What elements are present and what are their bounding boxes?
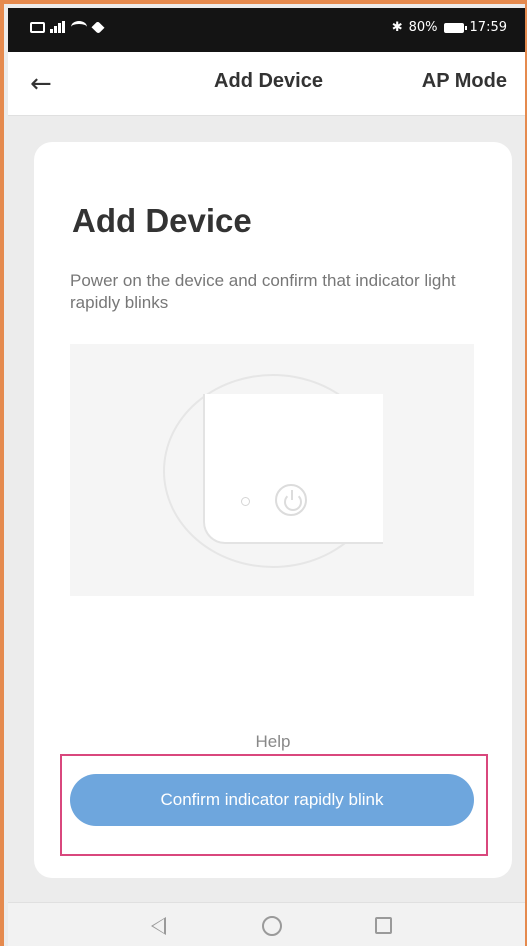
status-icons-left	[30, 20, 105, 34]
indicator-light-icon	[241, 497, 250, 506]
phone-frame: ✱ 80% 17:59 ← Add Device AP Mode Add Dev…	[0, 0, 527, 946]
health-icon	[91, 20, 105, 34]
square-recent-icon[interactable]	[375, 917, 392, 934]
battery-icon	[443, 22, 467, 33]
battery-percent: 80%	[408, 20, 438, 35]
device-illustration	[70, 344, 474, 596]
help-link[interactable]: Help	[34, 732, 512, 752]
device-power-icon	[275, 484, 307, 516]
status-bar: ✱ 80% 17:59	[8, 8, 525, 52]
confirm-blink-button[interactable]: Confirm indicator rapidly blink	[70, 774, 474, 826]
signal-icon	[50, 21, 66, 33]
bluetooth-icon: ✱	[391, 20, 403, 35]
triangle-back-icon[interactable]	[151, 917, 166, 935]
card-description: Power on the device and confirm that ind…	[70, 271, 456, 312]
message-icon	[30, 21, 45, 33]
clock: 17:59	[469, 20, 507, 35]
circle-home-icon[interactable]	[262, 916, 282, 936]
status-icons-right: ✱ 80% 17:59	[392, 20, 507, 35]
app-header: ← Add Device AP Mode	[8, 52, 525, 116]
device-body	[203, 394, 383, 544]
ap-mode-button[interactable]: AP Mode	[422, 70, 507, 93]
wifi-icon	[71, 21, 87, 33]
system-nav-bar	[8, 902, 525, 946]
add-device-card: Add Device Power on the device and confi…	[34, 142, 512, 878]
device-circle	[163, 374, 383, 568]
card-title: Add Device	[72, 202, 252, 239]
